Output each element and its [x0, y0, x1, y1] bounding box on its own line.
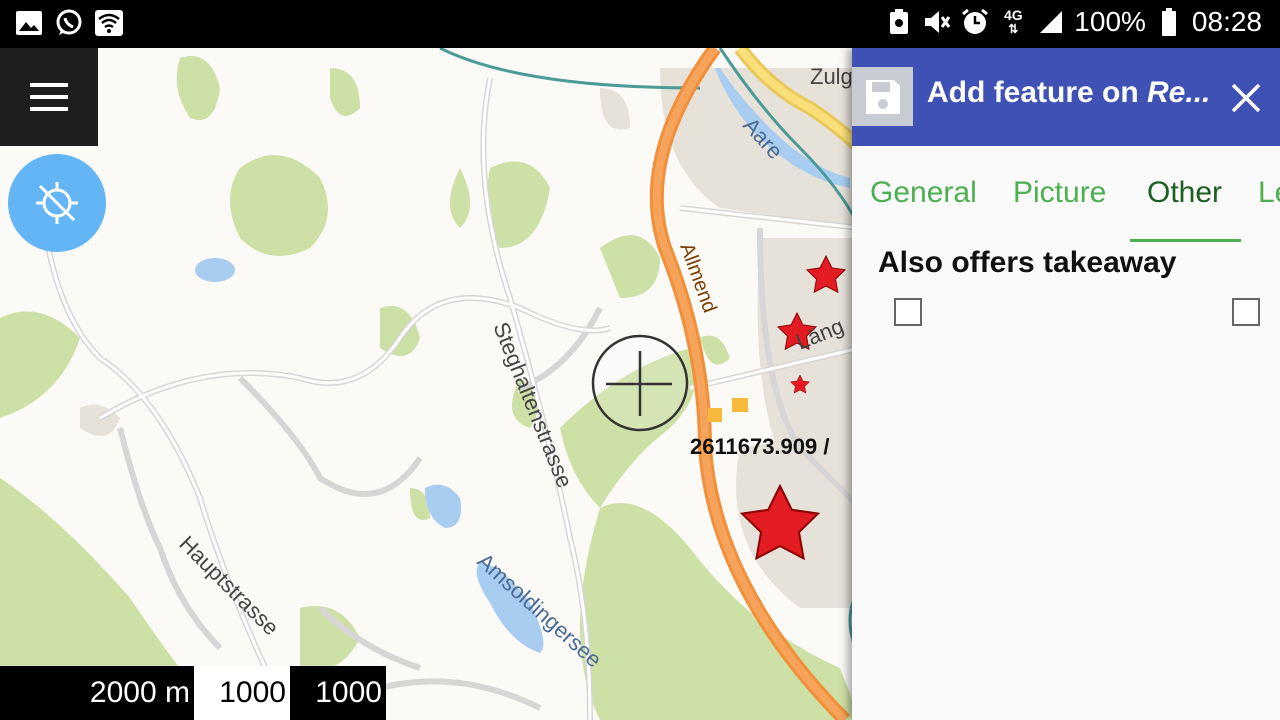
- clock: 08:28: [1191, 6, 1262, 37]
- nfc-icon: [884, 7, 914, 37]
- road-label: Steghaltenstrasse: [488, 319, 577, 492]
- takeaway-checkbox[interactable]: [894, 298, 922, 326]
- scale-segment: 1000: [290, 666, 386, 720]
- gps-button[interactable]: [8, 154, 106, 252]
- save-button[interactable]: [852, 67, 913, 126]
- status-left-icons: [14, 8, 124, 38]
- status-right-icons: 4G ⇅ 100% 08:28: [884, 6, 1262, 38]
- map-canvas: Steghaltenstrasse Hauptstrasse Allmend L…: [0, 48, 860, 720]
- status-bar: 4G ⇅ 100% 08:28: [0, 0, 1280, 48]
- scale-segment: 2000 m: [0, 666, 194, 720]
- panel-title: Add feature on Re...: [927, 76, 1217, 110]
- network-type-label: 4G: [1003, 7, 1023, 23]
- coordinate-readout: 2611673.909 /: [690, 434, 830, 459]
- gps-off-icon: [36, 182, 78, 224]
- menu-button[interactable]: [0, 48, 98, 146]
- save-icon: [865, 79, 900, 114]
- active-tab-indicator: [1130, 239, 1241, 242]
- tab-general[interactable]: General: [870, 176, 977, 210]
- close-button[interactable]: [1226, 78, 1266, 118]
- panel-header: Add feature on Re...: [852, 48, 1280, 146]
- scale-segment: 1000: [194, 666, 290, 720]
- tab-overflow[interactable]: Le: [1258, 176, 1280, 210]
- tab-picture[interactable]: Picture: [1013, 176, 1106, 210]
- crosshair-icon: [591, 334, 689, 432]
- battery-icon: [1154, 7, 1184, 37]
- panel-title-prefix: Add feature on: [927, 76, 1148, 109]
- tab-other[interactable]: Other: [1147, 176, 1222, 210]
- add-feature-panel: Add feature on Re... General Picture Oth…: [852, 48, 1280, 720]
- road-label: Hauptstrasse: [174, 531, 283, 640]
- urban-areas: [80, 68, 860, 608]
- mute-icon: [922, 7, 952, 37]
- road-label: Zulg: [810, 64, 853, 89]
- image-icon: [14, 8, 44, 38]
- alarm-icon: [960, 7, 990, 37]
- map-view[interactable]: Steghaltenstrasse Hauptstrasse Allmend L…: [0, 48, 860, 720]
- field-label: Also offers takeaway: [878, 246, 1177, 279]
- network-type-icon: 4G ⇅: [1003, 7, 1023, 36]
- tab-bar: General Picture Other Le: [852, 146, 1280, 246]
- whatsapp-icon: [54, 8, 84, 38]
- signal-icon: [1036, 7, 1066, 37]
- hamburger-icon: [30, 83, 68, 111]
- takeaway-checkbox-secondary[interactable]: [1232, 298, 1260, 326]
- battery-level: 100%: [1074, 6, 1146, 37]
- scale-bar: 2000 m 1000 1000: [0, 666, 386, 720]
- wifi-icon: [94, 8, 124, 38]
- close-icon: [1231, 83, 1261, 113]
- panel-title-layer: Re...: [1147, 76, 1211, 109]
